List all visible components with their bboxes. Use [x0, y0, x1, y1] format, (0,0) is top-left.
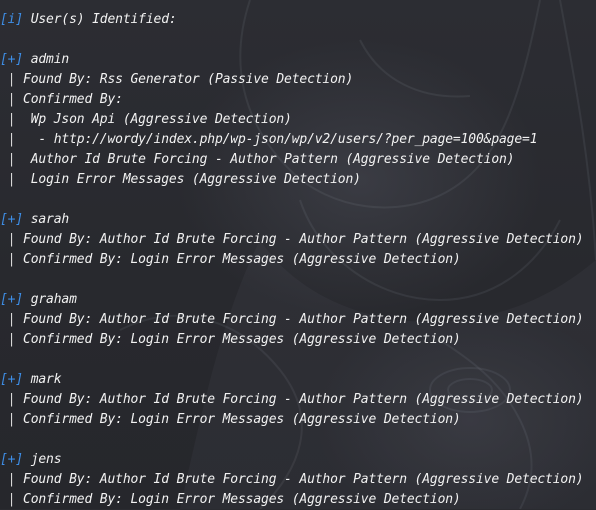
user-mark-heading: [+] mark [0, 370, 596, 390]
tree-bar: | [0, 312, 16, 327]
tree-bar: | [0, 152, 16, 167]
detail-text: Wp Json Api (Aggressive Detection) [15, 112, 292, 127]
plus-tag: [+] [0, 52, 24, 67]
user-admin-heading: [+] admin [0, 50, 596, 70]
detail-line: | Found By: Rss Generator (Passive Detec… [0, 70, 596, 90]
user-graham-heading: [+] graham [0, 290, 596, 310]
tree-bar: | [0, 112, 16, 127]
detail-url-text: - http://wordy/index.php/wp-json/wp/v2/u… [15, 132, 538, 147]
tree-bar: | [0, 392, 16, 407]
plus-tag: [+] [0, 292, 24, 307]
info-tag: [i] [0, 12, 24, 27]
user-name: mark [23, 372, 62, 387]
detail-text: Found By: Author Id Brute Forcing - Auth… [15, 312, 584, 327]
detail-text: Confirmed By: Login Error Messages (Aggr… [15, 412, 461, 427]
detail-line: | - http://wordy/index.php/wp-json/wp/v2… [0, 130, 596, 150]
user-jens-heading: [+] jens [0, 450, 596, 470]
detail-text: Found By: Author Id Brute Forcing - Auth… [15, 232, 584, 247]
detail-line: | Confirmed By: Login Error Messages (Ag… [0, 250, 596, 270]
user-name: jens [23, 452, 62, 467]
tree-bar: | [0, 172, 16, 187]
header-text: User(s) Identified: [23, 12, 177, 27]
tree-bar: | [0, 332, 16, 347]
detail-line: | Confirmed By: Login Error Messages (Ag… [0, 330, 596, 350]
plus-tag: [+] [0, 212, 24, 227]
detail-text: Confirmed By: Login Error Messages (Aggr… [15, 252, 461, 267]
detail-text: Confirmed By: Login Error Messages (Aggr… [15, 492, 461, 507]
detail-line: | Confirmed By: Login Error Messages (Ag… [0, 490, 596, 510]
user-name: sarah [23, 212, 70, 227]
tree-bar: | [0, 412, 16, 427]
plus-tag: [+] [0, 372, 24, 387]
plus-tag: [+] [0, 452, 24, 467]
user-sarah-heading: [+] sarah [0, 210, 596, 230]
detail-line: | Confirmed By: [0, 90, 596, 110]
user-name: graham [23, 292, 77, 307]
detail-text: Found By: Author Id Brute Forcing - Auth… [15, 472, 584, 487]
detail-text: Found By: Author Id Brute Forcing - Auth… [15, 392, 584, 407]
detail-text: Confirmed By: [15, 92, 123, 107]
tree-bar: | [0, 72, 16, 87]
detail-text: Confirmed By: Login Error Messages (Aggr… [15, 332, 461, 347]
tree-bar: | [0, 252, 16, 267]
tree-bar: | [0, 92, 16, 107]
detail-text: Author Id Brute Forcing - Author Pattern… [15, 152, 515, 167]
detail-line: | Wp Json Api (Aggressive Detection) [0, 110, 596, 130]
detail-line: | Author Id Brute Forcing - Author Patte… [0, 150, 596, 170]
user-name: admin [23, 52, 70, 67]
tree-bar: | [0, 132, 16, 147]
tree-bar: | [0, 492, 16, 507]
detail-line: | Found By: Author Id Brute Forcing - Au… [0, 310, 596, 330]
detail-line: | Found By: Author Id Brute Forcing - Au… [0, 230, 596, 250]
detail-line: | Found By: Author Id Brute Forcing - Au… [0, 390, 596, 410]
terminal-output: [i] User(s) Identified: [+] admin | Foun… [0, 10, 596, 510]
detail-text: Found By: Rss Generator (Passive Detecti… [15, 72, 354, 87]
tree-bar: | [0, 232, 16, 247]
detail-line: | Found By: Author Id Brute Forcing - Au… [0, 470, 596, 490]
detail-text: Login Error Messages (Aggressive Detecti… [15, 172, 361, 187]
detail-line: | Confirmed By: Login Error Messages (Ag… [0, 410, 596, 430]
users-identified-header: [i] User(s) Identified: [0, 10, 596, 30]
detail-line: | Login Error Messages (Aggressive Detec… [0, 170, 596, 190]
tree-bar: | [0, 472, 16, 487]
